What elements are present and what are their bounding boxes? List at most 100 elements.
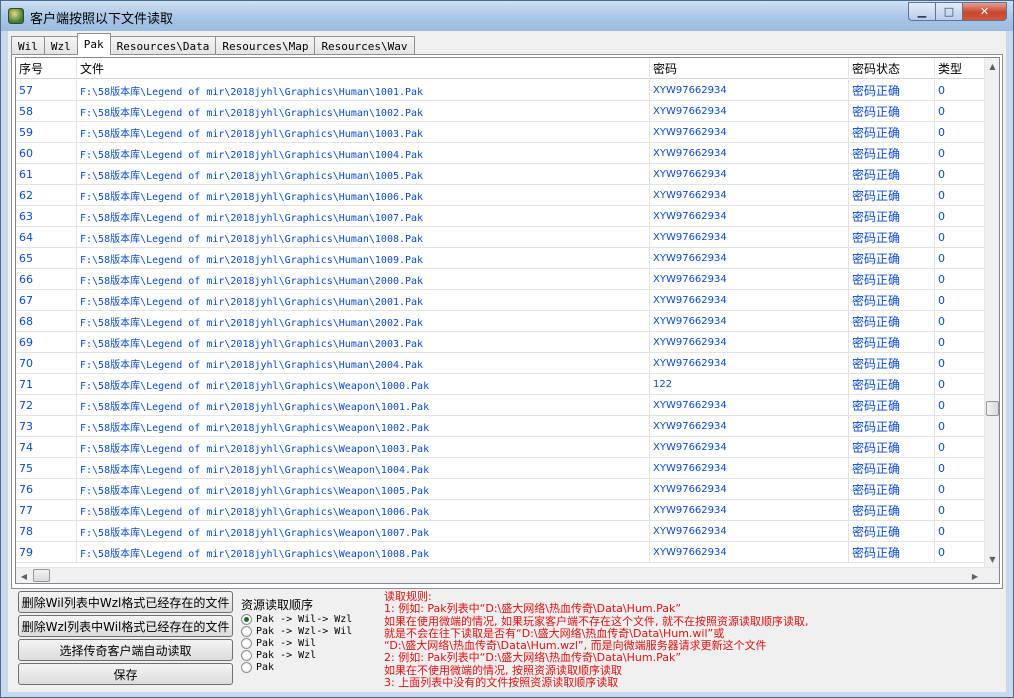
cell-type: 0 [935,80,986,100]
radio-button-icon[interactable] [241,661,252,673]
scroll-down-icon[interactable]: ▼ [985,551,999,568]
scroll-left-icon[interactable]: ◀ [16,568,32,583]
delete-wzl-dup-button[interactable]: 删除Wzl列表中Wil格式已经存在的文件 [18,615,233,637]
radio-button-icon[interactable] [241,613,252,625]
auto-read-client-button[interactable]: 选择传奇客户端自动读取 [18,639,233,661]
cell-type: 0 [935,479,986,499]
column-header-type[interactable]: 类型 [935,58,986,79]
cell-password-status: 密码正确 [849,353,935,373]
cell-password-status: 密码正确 [849,311,935,331]
read-order-option[interactable]: Pak -> Wil-> Wzl [241,613,379,625]
table-row[interactable]: 66 F:\58版本库\Legend of mir\2018jyhl\Graphi… [16,269,986,290]
table-row[interactable]: 58 F:\58版本库\Legend of mir\2018jyhl\Graphi… [16,101,986,122]
cell-index: 69 [16,332,77,352]
table-row[interactable]: 64 F:\58版本库\Legend of mir\2018jyhl\Graphi… [16,227,986,248]
table-row[interactable]: 74 F:\58版本库\Legend of mir\2018jyhl\Graphi… [16,437,986,458]
read-order-option[interactable]: Pak -> Wzl-> Wil [241,625,379,637]
table-row[interactable]: 77 F:\58版本库\Legend of mir\2018jyhl\Graphi… [16,500,986,521]
table-row[interactable]: 60 F:\58版本库\Legend of mir\2018jyhl\Graphi… [16,143,986,164]
list-body: 57 F:\58版本库\Legend of mir\2018jyhl\Graphi… [16,80,986,568]
table-row[interactable]: 76 F:\58版本库\Legend of mir\2018jyhl\Graphi… [16,479,986,500]
cell-index: 64 [16,227,77,247]
tab-resources-wav[interactable]: Resources\Wav [314,36,415,55]
table-row[interactable]: 68 F:\58版本库\Legend of mir\2018jyhl\Graphi… [16,311,986,332]
cell-type: 0 [935,227,986,247]
cell-password-status: 密码正确 [849,80,935,100]
cell-password: XYW97662934 [650,395,849,415]
cell-password-status: 密码正确 [849,458,935,478]
close-icon[interactable]: ✕ [962,2,1007,21]
cell-password: XYW97662934 [650,458,849,478]
cell-password: 122 [650,374,849,394]
cell-type: 0 [935,185,986,205]
vertical-scroll-thumb[interactable] [986,401,999,416]
cell-index: 78 [16,521,77,541]
table-row[interactable]: 78 F:\58版本库\Legend of mir\2018jyhl\Graphi… [16,521,986,542]
tab-resources-data[interactable]: Resources\Data [109,36,217,55]
tab-strip: Wil Wzl Pak Resources\Data Resources\Map Reso… [11,33,415,55]
title-bar[interactable]: 客户端按照以下文件读取 ▁ □ ✕ [1,1,1013,31]
radio-button-icon[interactable] [241,637,252,649]
read-order-option[interactable]: Pak -> Wzl [241,649,379,661]
read-order-group: 资源读取顺序 Pak -> Wil-> Wzl Pak -> Wzl-> Wil P… [241,596,379,686]
table-row[interactable]: 79 F:\58版本库\Legend of mir\2018jyhl\Graphi… [16,542,986,563]
cell-index: 73 [16,416,77,436]
table-row[interactable]: 67 F:\58版本库\Legend of mir\2018jyhl\Graphi… [16,290,986,311]
table-row[interactable]: 62 F:\58版本库\Legend of mir\2018jyhl\Graphi… [16,185,986,206]
cell-file: F:\58版本库\Legend of mir\2018jyhl\Graphics… [77,542,650,562]
read-order-option[interactable]: Pak -> Wil [241,637,379,649]
column-header-password[interactable]: 密码 [650,58,849,79]
read-order-options: Pak -> Wil-> Wzl Pak -> Wzl-> Wil Pak -> W… [241,613,379,673]
horizontal-scrollbar[interactable]: ◀ ▶ [16,567,999,583]
cell-password-status: 密码正确 [849,101,935,121]
cell-file: F:\58版本库\Legend of mir\2018jyhl\Graphics… [77,500,650,520]
table-row[interactable]: 73 F:\58版本库\Legend of mir\2018jyhl\Graphi… [16,416,986,437]
table-row[interactable]: 71 F:\58版本库\Legend of mir\2018jyhl\Graphi… [16,374,986,395]
cell-password-status: 密码正确 [849,437,935,457]
cell-file: F:\58版本库\Legend of mir\2018jyhl\Graphics… [77,80,650,100]
save-button[interactable]: 保存 [18,663,233,685]
tab-wil[interactable]: Wil [11,36,45,55]
cell-password: XYW97662934 [650,416,849,436]
cell-index: 59 [16,122,77,142]
radio-button-icon[interactable] [241,649,252,661]
read-order-option-label: Pak -> Wzl-> Wil [256,625,353,637]
table-row[interactable]: 70 F:\58版本库\Legend of mir\2018jyhl\Graphi… [16,353,986,374]
tab-pak[interactable]: Pak [76,33,111,55]
delete-wil-dup-button[interactable]: 删除Wil列表中Wzl格式已经存在的文件 [18,591,233,613]
file-list-view[interactable]: 序号 文件 密码 密码状态 类型 57 F:\58版本库\Legend of mir\20… [15,57,1000,584]
cell-type: 0 [935,269,986,289]
table-row[interactable]: 57 F:\58版本库\Legend of mir\2018jyhl\Graphi… [16,80,986,101]
column-header-index[interactable]: 序号 [16,58,77,79]
maximize-icon[interactable]: □ [935,2,962,21]
cell-password-status: 密码正确 [849,395,935,415]
table-row[interactable]: 65 F:\58版本库\Legend of mir\2018jyhl\Graphi… [16,248,986,269]
table-row[interactable]: 63 F:\58版本库\Legend of mir\2018jyhl\Graphi… [16,206,986,227]
vertical-scrollbar[interactable]: ▲ ▼ [984,58,999,568]
tab-wzl[interactable]: Wzl [43,36,78,55]
horizontal-scroll-thumb[interactable] [33,569,50,582]
radio-button-icon[interactable] [241,625,252,637]
cell-index: 57 [16,80,77,100]
column-header-file[interactable]: 文件 [77,58,650,79]
cell-file: F:\58版本库\Legend of mir\2018jyhl\Graphics… [77,353,650,373]
column-header-password-status[interactable]: 密码状态 [849,58,935,79]
cell-password: XYW97662934 [650,521,849,541]
cell-password-status: 密码正确 [849,542,935,562]
window-controls: ▁ □ ✕ [908,2,1007,21]
cell-password-status: 密码正确 [849,374,935,394]
cell-type: 0 [935,311,986,331]
table-row[interactable]: 61 F:\58版本库\Legend of mir\2018jyhl\Graphi… [16,164,986,185]
table-row[interactable]: 72 F:\58版本库\Legend of mir\2018jyhl\Graphi… [16,395,986,416]
scroll-up-icon[interactable]: ▲ [985,58,999,75]
cell-password: XYW97662934 [650,164,849,184]
scroll-right-icon[interactable]: ▶ [967,568,983,583]
cell-password-status: 密码正确 [849,185,935,205]
table-row[interactable]: 75 F:\58版本库\Legend of mir\2018jyhl\Graphi… [16,458,986,479]
read-order-option[interactable]: Pak [241,661,379,673]
table-row[interactable]: 59 F:\58版本库\Legend of mir\2018jyhl\Graphi… [16,122,986,143]
table-row[interactable]: 69 F:\58版本库\Legend of mir\2018jyhl\Graphi… [16,332,986,353]
cell-index: 65 [16,248,77,268]
tab-resources-map[interactable]: Resources\Map [215,36,316,55]
minimize-icon[interactable]: ▁ [908,2,935,21]
